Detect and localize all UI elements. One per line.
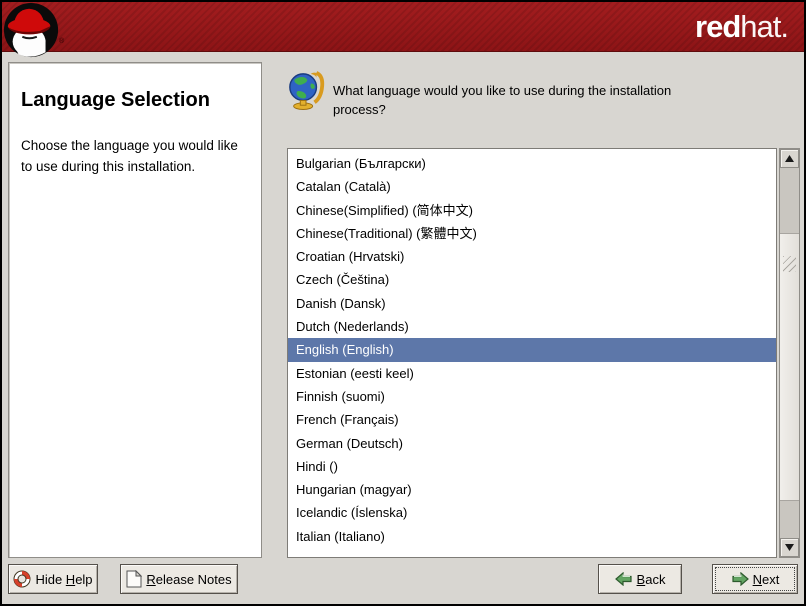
list-item-label: Dutch (Nederlands) bbox=[296, 319, 409, 334]
list-item-label: Hindi () bbox=[296, 459, 338, 474]
list-item-label: Danish (Dansk) bbox=[296, 296, 386, 311]
lifebuoy-help-icon bbox=[13, 570, 31, 588]
next-button[interactable]: Next bbox=[712, 564, 798, 594]
scroll-down-arrow-icon[interactable] bbox=[780, 538, 799, 557]
wordmark-bold: red bbox=[695, 9, 740, 44]
list-item-label: German (Deutsch) bbox=[296, 436, 403, 451]
release-notes-label: Release Notes bbox=[146, 572, 231, 587]
list-item-label: Finnish (suomi) bbox=[296, 389, 385, 404]
arrow-left-icon bbox=[615, 572, 633, 586]
list-item[interactable]: French (Français) bbox=[288, 408, 776, 431]
scrollbar-thumb[interactable] bbox=[780, 234, 799, 500]
list-item[interactable]: Hungarian (magyar) bbox=[288, 478, 776, 501]
list-item-label: English (English) bbox=[296, 342, 394, 357]
back-label: Back bbox=[637, 572, 666, 587]
list-item-label: French (Français) bbox=[296, 412, 399, 427]
page-title: Language Selection bbox=[21, 89, 249, 112]
scrollbar-trough-top[interactable] bbox=[780, 168, 799, 234]
list-item-label: Icelandic (Íslenska) bbox=[296, 505, 407, 520]
list-item[interactable]: Italian (Italiano) bbox=[288, 525, 776, 548]
scrollbar-grip-icon bbox=[783, 256, 796, 272]
list-item-label: Chinese(Simplified) (简体中文) bbox=[296, 203, 473, 218]
list-item[interactable]: Icelandic (Íslenska) bbox=[288, 501, 776, 524]
document-icon bbox=[126, 570, 142, 588]
list-scrollbar[interactable] bbox=[779, 148, 800, 558]
back-button[interactable]: Back bbox=[598, 564, 682, 594]
footer-bar: Hide Help Release Notes Back Next bbox=[2, 558, 804, 604]
language-list[interactable]: Bulgarian (Български) Catalan (Català) C… bbox=[287, 148, 777, 558]
installer-window: redhat. ® Language Selection Choose the … bbox=[0, 0, 806, 606]
list-item-label: Bulgarian (Български) bbox=[296, 156, 426, 171]
list-item-label: Catalan (Català) bbox=[296, 179, 391, 194]
redhat-shadowman-logo-icon bbox=[3, 2, 61, 60]
redhat-wordmark: redhat. bbox=[695, 9, 788, 45]
list-item[interactable]: Finnish (suomi) bbox=[288, 385, 776, 408]
next-label: Next bbox=[753, 572, 780, 587]
list-item-label: Chinese(Traditional) (繁體中文) bbox=[296, 226, 477, 241]
question-text: What language would you like to use duri… bbox=[333, 82, 705, 120]
list-item[interactable]: Dutch (Nederlands) bbox=[288, 315, 776, 338]
list-item-label: Hungarian (magyar) bbox=[296, 482, 412, 497]
release-notes-button[interactable]: Release Notes bbox=[120, 564, 238, 594]
list-item[interactable]: Danish (Dansk) bbox=[288, 292, 776, 315]
list-item-label: Italian (Italiano) bbox=[296, 529, 385, 544]
list-item[interactable]: Chinese(Traditional) (繁體中文) bbox=[288, 222, 776, 245]
list-item[interactable]: Czech (Čeština) bbox=[288, 268, 776, 291]
list-item[interactable]: Estonian (eesti keel) bbox=[288, 362, 776, 385]
list-item[interactable]: Chinese(Simplified) (简体中文) bbox=[288, 199, 776, 222]
hide-help-label: Hide Help bbox=[35, 572, 92, 587]
list-item[interactable]: German (Deutsch) bbox=[288, 432, 776, 455]
hide-help-button[interactable]: Hide Help bbox=[8, 564, 98, 594]
list-item[interactable]: Hindi () bbox=[288, 455, 776, 478]
scroll-up-arrow-icon[interactable] bbox=[780, 149, 799, 168]
globe-icon bbox=[287, 70, 325, 110]
list-item[interactable]: English (English) bbox=[288, 338, 776, 361]
registered-trademark: ® bbox=[59, 38, 64, 45]
list-item[interactable]: Bulgarian (Български) bbox=[288, 152, 776, 175]
wordmark-light: hat. bbox=[740, 9, 788, 44]
help-text: Choose the language you would like to us… bbox=[21, 136, 249, 178]
arrow-right-icon bbox=[731, 572, 749, 586]
list-item-label: Croatian (Hrvatski) bbox=[296, 249, 404, 264]
list-item[interactable]: Catalan (Català) bbox=[288, 175, 776, 198]
list-item-label: Estonian (eesti keel) bbox=[296, 366, 414, 381]
list-item-label: Czech (Čeština) bbox=[296, 272, 389, 287]
scrollbar-trough-bottom[interactable] bbox=[780, 500, 799, 538]
title-banner: redhat. bbox=[2, 2, 804, 52]
help-panel: Language Selection Choose the language y… bbox=[8, 62, 262, 558]
list-item[interactable]: Croatian (Hrvatski) bbox=[288, 245, 776, 268]
